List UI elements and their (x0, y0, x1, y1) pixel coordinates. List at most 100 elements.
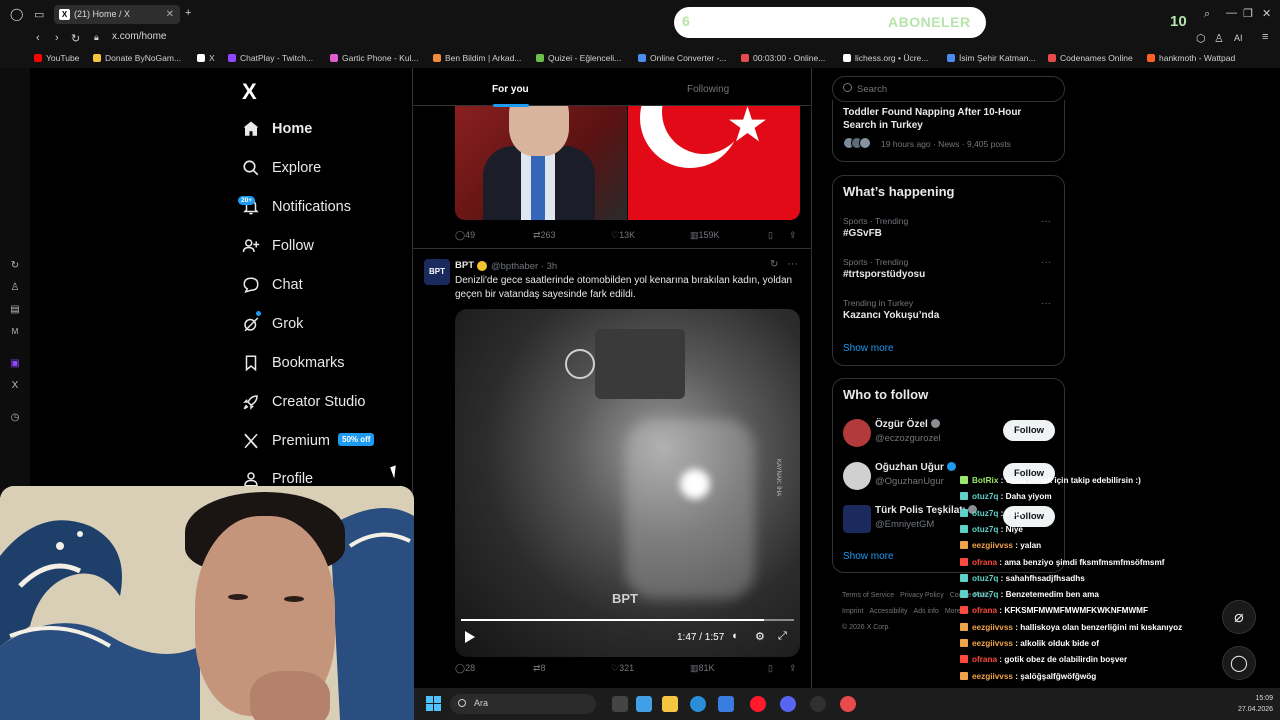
nav-item-bookmarks[interactable]: Bookmarks (240, 348, 345, 378)
tweet-video[interactable]: BPT KAYNAK: İHA 1:47 / 1:57 ◖ ⚙ ⤢ (455, 309, 800, 657)
video-progress-bar[interactable] (461, 619, 794, 621)
more-icon[interactable]: ··· (787, 258, 798, 270)
news-card[interactable]: Toddler Found Napping After 10-Hour Sear… (832, 100, 1065, 162)
edge-icon[interactable] (690, 696, 706, 712)
nav-item-notifications[interactable]: Notifications (240, 192, 351, 222)
avatar[interactable] (843, 505, 871, 533)
nav-item-creator-studio[interactable]: Creator Studio (240, 387, 366, 417)
bookmark-item[interactable]: Gartic Phone - Kul... (330, 53, 419, 63)
repost-button[interactable]: ⇄ 263 (533, 230, 556, 241)
bookmark-item[interactable]: ChatPlay - Twitch... (228, 53, 313, 63)
ai-icon[interactable]: AI (1234, 33, 1243, 43)
share-icon[interactable]: ⇪ (789, 230, 797, 241)
tweet-author-name[interactable]: BPT (455, 260, 474, 271)
taskbar-clock[interactable]: 15:09 27.04.2026 (1238, 693, 1273, 715)
repost-button[interactable]: ⇄ 8 (533, 663, 546, 674)
bookmark-item[interactable]: X (197, 53, 215, 63)
reply-button[interactable]: ◯ 28 (455, 663, 475, 674)
volume-icon[interactable]: ◖ (731, 630, 738, 642)
x-sidebar-icon[interactable]: X (9, 380, 21, 392)
reload-icon[interactable]: ↻ (71, 32, 80, 45)
obs-icon[interactable] (810, 696, 826, 712)
search-input[interactable]: Search (832, 76, 1065, 102)
play-icon[interactable] (465, 631, 475, 643)
tweet-image-flag[interactable]: ★ (628, 106, 800, 220)
trend-more-icon[interactable]: ··· (1041, 257, 1051, 268)
bookmark-item[interactable]: 00:03:00 - Online... (741, 53, 825, 63)
footer-link[interactable]: Accessibility (869, 608, 907, 615)
trend-name[interactable]: #trtsporstüdyosu (843, 269, 925, 280)
reply-button[interactable]: ◯ 49 (455, 230, 475, 241)
chrome-icon[interactable] (840, 696, 856, 712)
grok-explain-icon[interactable]: ↻ (770, 259, 778, 270)
bookmark-item[interactable]: Codenames Online (1048, 53, 1133, 63)
copilot-icon[interactable] (636, 696, 652, 712)
new-tab-icon[interactable]: + (185, 7, 191, 19)
show-more-link[interactable]: Show more (843, 551, 894, 562)
nav-item-grok[interactable]: Grok (240, 309, 303, 339)
nav-item-premium[interactable]: Premium (240, 426, 330, 456)
tab-x-home[interactable]: X (21) Home / X ✕ (54, 5, 180, 24)
bookmark-item[interactable]: YouTube (34, 53, 79, 63)
follow-button[interactable]: Follow (1003, 420, 1055, 441)
close-window-icon[interactable]: ✕ (1262, 7, 1271, 20)
settings-icon[interactable]: ⚙ (755, 630, 765, 643)
bookmark-item[interactable]: Online Converter -... (638, 53, 727, 63)
avatar[interactable] (843, 462, 871, 490)
bookmark-icon[interactable]: ▯ (768, 663, 773, 674)
footer-link[interactable]: Terms of Service (842, 592, 894, 599)
trend-name[interactable]: #GSvFB (843, 228, 882, 239)
menu-icon[interactable]: ≡ (1262, 31, 1268, 43)
nav-item-explore[interactable]: Explore (240, 153, 321, 183)
tweet-image-portrait[interactable] (455, 106, 627, 220)
clock-icon[interactable]: ◷ (9, 412, 21, 424)
share-icon[interactable]: ⇪ (789, 663, 797, 674)
trend-name[interactable]: Kazancı Yokuşu’nda (843, 310, 939, 321)
messages-float-button[interactable]: ◯ (1222, 646, 1256, 680)
extensions-icon[interactable]: ⬡ (1196, 32, 1206, 45)
nav-item-chat[interactable]: Chat (240, 270, 303, 300)
tab-for-you[interactable]: For you (492, 84, 529, 95)
taskbar-search[interactable]: Ara (450, 694, 596, 714)
like-button[interactable]: ♡ 321 (611, 663, 634, 674)
footer-link[interactable]: Imprint (842, 608, 863, 615)
windows-start-icon[interactable] (426, 696, 441, 711)
footer-link[interactable]: Privacy Policy (900, 592, 944, 599)
history-icon[interactable]: ↻ (9, 260, 21, 272)
footer-link[interactable]: Ads info (914, 608, 939, 615)
bookmark-item[interactable]: lichess.org • Ücre... (843, 53, 928, 63)
bookmark-item[interactable]: İsim Şehir Katman... (947, 53, 1036, 63)
tweet-author-handle[interactable]: @bpthaber · 3h (491, 261, 557, 272)
follow-suggestion-name[interactable]: Özgür Özel (875, 419, 940, 430)
fullscreen-icon[interactable]: ⤢ (778, 630, 787, 643)
bookmark-item[interactable]: Donate ByNoGam... (93, 53, 181, 63)
news-title[interactable]: Toddler Found Napping After 10-Hour Sear… (843, 106, 1053, 132)
close-tab-icon[interactable]: ✕ (166, 5, 174, 24)
nav-item-follow[interactable]: Follow (240, 231, 314, 261)
opera-logo-icon[interactable]: ◯ (10, 7, 23, 21)
views-button[interactable]: ▥ 81K (690, 663, 715, 674)
store-icon[interactable] (718, 696, 734, 712)
discord-icon[interactable] (780, 696, 796, 712)
workspaces-icon[interactable]: ▭ (34, 8, 44, 21)
avatar[interactable] (843, 419, 871, 447)
bookmark-item[interactable]: Quizei - Eğlenceli... (536, 53, 621, 63)
aria-icon[interactable]: ♙ (9, 282, 21, 294)
opera-icon[interactable] (750, 696, 766, 712)
bookmark-item[interactable]: Ben Bildim | Arkad... (433, 53, 521, 63)
task-view-icon[interactable] (612, 696, 628, 712)
premium-discount-badge[interactable]: 50% off (338, 433, 375, 446)
trend-more-icon[interactable]: ··· (1041, 216, 1051, 227)
tab-following[interactable]: Following (687, 84, 729, 95)
like-button[interactable]: ♡ 13K (611, 230, 635, 241)
minimize-icon[interactable]: — (1226, 7, 1237, 19)
trend-more-icon[interactable]: ··· (1041, 298, 1051, 309)
bookmark-item[interactable]: hankmoth - Wattpad (1147, 53, 1235, 63)
pinboard-icon[interactable]: ▤ (9, 304, 21, 316)
back-icon[interactable]: ‹ (36, 32, 40, 44)
grok-float-button[interactable]: ⌀ (1222, 600, 1256, 634)
maximize-icon[interactable]: ❐ (1243, 7, 1253, 20)
search-tabs-icon[interactable]: ⌕ (1204, 8, 1210, 21)
account-icon[interactable]: ♙ (1214, 32, 1224, 45)
show-more-link[interactable]: Show more (843, 343, 894, 354)
